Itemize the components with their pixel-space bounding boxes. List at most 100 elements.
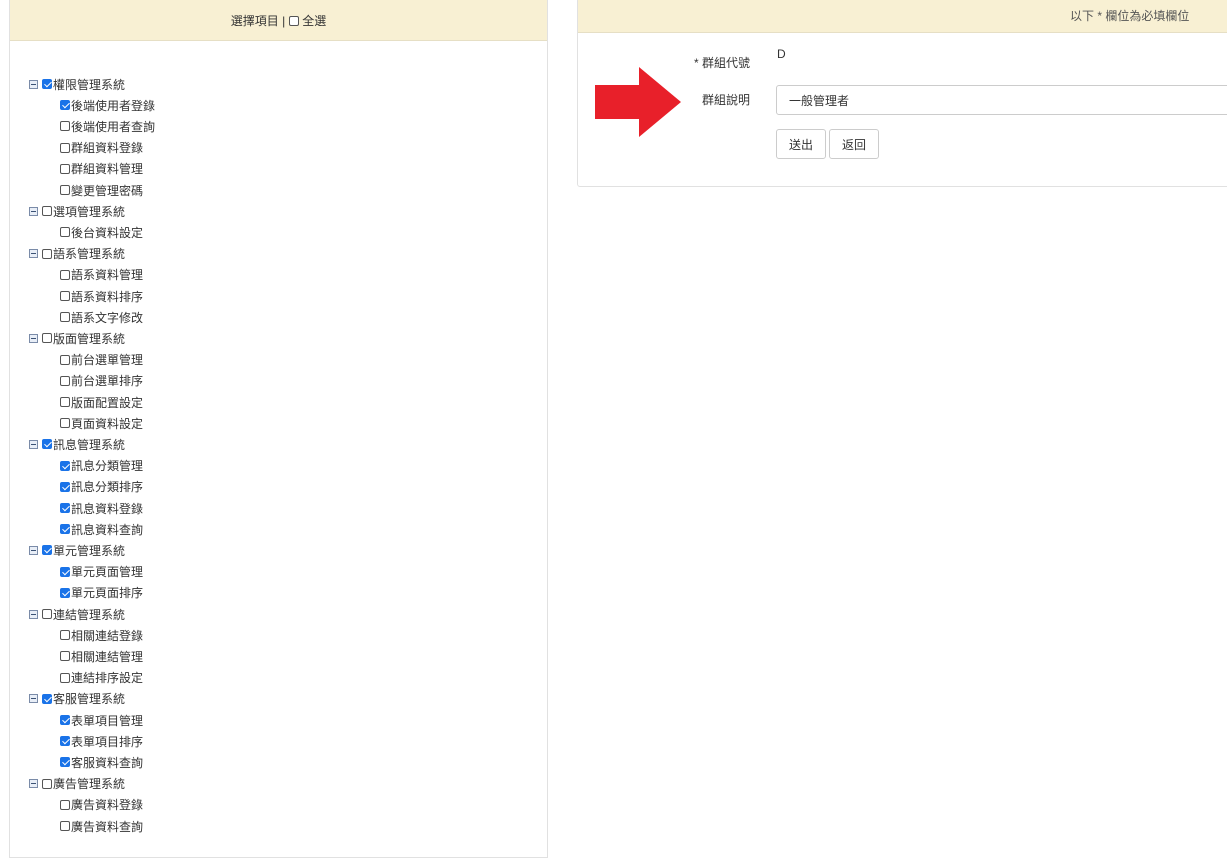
item-checkbox[interactable] xyxy=(60,630,70,641)
item-checkbox[interactable] xyxy=(60,121,70,132)
tree-group-label[interactable]: 客服管理系統 xyxy=(53,690,125,707)
tree-item-label[interactable]: 單元頁面排序 xyxy=(71,584,143,601)
tree-item: 語系文字修改 xyxy=(60,308,143,326)
group-checkbox[interactable] xyxy=(42,439,52,450)
tree-item-label[interactable]: 表單項目管理 xyxy=(71,712,143,729)
tree-item: 表單項目排序 xyxy=(60,732,143,750)
tree-item-label[interactable]: 表單項目排序 xyxy=(71,733,143,750)
tree-item: 訊息資料登錄 xyxy=(60,499,143,517)
item-checkbox[interactable] xyxy=(60,524,70,535)
group-checkbox[interactable] xyxy=(42,693,52,704)
tree-item-label[interactable]: 頁面資料設定 xyxy=(71,415,143,432)
tree-item-label[interactable]: 語系文字修改 xyxy=(71,309,143,326)
item-checkbox[interactable] xyxy=(60,185,70,195)
item-checkbox[interactable] xyxy=(60,460,70,471)
collapse-toggle-icon[interactable] xyxy=(29,694,38,704)
tree-item: 群組資料登錄 xyxy=(60,139,143,157)
tree-item-label[interactable]: 語系資料排序 xyxy=(71,288,143,305)
item-checkbox[interactable] xyxy=(60,503,70,513)
item-checkbox[interactable] xyxy=(60,354,70,365)
item-checkbox[interactable] xyxy=(60,269,70,280)
item-checkbox[interactable] xyxy=(60,375,70,386)
tree-item: 廣告資料查詢 xyxy=(60,817,143,835)
tree-item-label[interactable]: 前台選單排序 xyxy=(71,372,143,389)
required-note: 以下 * 欄位為必填欄位 xyxy=(1070,9,1190,23)
group-checkbox[interactable] xyxy=(42,778,52,789)
tree-item-label[interactable]: 相關連結登錄 xyxy=(71,627,143,644)
group-checkbox[interactable] xyxy=(42,609,52,619)
collapse-toggle-icon[interactable] xyxy=(29,609,38,619)
group-checkbox[interactable] xyxy=(42,248,52,259)
collapse-toggle-icon[interactable] xyxy=(29,333,38,343)
item-checkbox[interactable] xyxy=(60,163,70,174)
group-checkbox[interactable] xyxy=(42,79,52,89)
tree-group-label[interactable]: 訊息管理系統 xyxy=(53,436,125,453)
back-button[interactable]: 返回 xyxy=(829,129,880,159)
tree-group: 語系管理系統 xyxy=(29,245,125,263)
tree-group: 廣告管理系統 xyxy=(29,775,125,793)
item-checkbox[interactable] xyxy=(60,418,70,429)
item-checkbox[interactable] xyxy=(60,566,70,577)
tree-group-label[interactable]: 廣告管理系統 xyxy=(53,775,125,792)
tree-item-label[interactable]: 變更管理密碼 xyxy=(71,182,143,199)
item-checkbox[interactable] xyxy=(60,227,70,238)
tree-item: 訊息資料查詢 xyxy=(60,520,143,538)
tree-group-label[interactable]: 版面管理系統 xyxy=(53,330,125,347)
select-all-label[interactable]: 全選 xyxy=(302,12,326,29)
tree-item-label[interactable]: 訊息分類管理 xyxy=(71,457,143,474)
tree-item-label[interactable]: 群組資料登錄 xyxy=(71,139,143,156)
tree-item-label[interactable]: 廣告資料登錄 xyxy=(71,796,143,813)
group-checkbox[interactable] xyxy=(42,206,52,217)
collapse-toggle-icon[interactable] xyxy=(29,79,38,89)
tree-item: 變更管理密碼 xyxy=(60,181,143,199)
collapse-toggle-icon[interactable] xyxy=(29,545,38,555)
tree-item-label[interactable]: 後台資料設定 xyxy=(71,224,143,241)
select-all-checkbox[interactable] xyxy=(289,15,300,26)
tree-group-label[interactable]: 連結管理系統 xyxy=(53,606,125,623)
collapse-toggle-icon[interactable] xyxy=(29,249,38,259)
tree-item-label[interactable]: 語系資料管理 xyxy=(71,266,143,283)
tree-item: 客服資料查詢 xyxy=(60,753,143,771)
item-checkbox[interactable] xyxy=(60,672,70,683)
submit-button[interactable]: 送出 xyxy=(776,129,827,159)
tree-item-label[interactable]: 連結排序設定 xyxy=(71,669,143,686)
item-checkbox[interactable] xyxy=(60,821,70,831)
collapse-toggle-icon[interactable] xyxy=(29,206,38,216)
tree-item-label[interactable]: 後端使用者查詢 xyxy=(71,118,155,135)
item-checkbox[interactable] xyxy=(60,715,70,725)
tree-group-label[interactable]: 語系管理系統 xyxy=(53,245,125,262)
item-checkbox[interactable] xyxy=(60,312,70,323)
tree-item: 前台選單排序 xyxy=(60,372,143,390)
collapse-toggle-icon[interactable] xyxy=(29,439,38,449)
item-checkbox[interactable] xyxy=(60,587,70,598)
item-checkbox[interactable] xyxy=(60,142,70,153)
tree-group-label[interactable]: 權限管理系統 xyxy=(53,76,125,93)
tree-item-label[interactable]: 客服資料查詢 xyxy=(71,754,143,771)
item-checkbox[interactable] xyxy=(60,757,70,768)
item-checkbox[interactable] xyxy=(60,397,70,407)
tree-item-label[interactable]: 訊息資料登錄 xyxy=(71,500,143,517)
group-checkbox[interactable] xyxy=(42,333,52,344)
tree-item-label[interactable]: 版面配置設定 xyxy=(71,394,143,411)
item-checkbox[interactable] xyxy=(60,799,70,810)
tree-item-label[interactable]: 訊息分類排序 xyxy=(71,478,143,495)
item-checkbox[interactable] xyxy=(60,291,70,301)
item-checkbox[interactable] xyxy=(60,481,70,492)
tree-item-label[interactable]: 廣告資料查詢 xyxy=(71,818,143,835)
tree-item-label[interactable]: 訊息資料查詢 xyxy=(71,521,143,538)
tree-group-label[interactable]: 選項管理系統 xyxy=(53,203,125,220)
tree-item-label[interactable]: 後端使用者登錄 xyxy=(71,97,155,114)
collapse-toggle-icon[interactable] xyxy=(29,779,38,789)
group-checkbox[interactable] xyxy=(42,545,52,556)
item-checkbox[interactable] xyxy=(60,736,70,747)
tree-group-label[interactable]: 單元管理系統 xyxy=(53,542,125,559)
group-desc-input[interactable] xyxy=(776,85,1227,115)
tree-item-label[interactable]: 群組資料管理 xyxy=(71,160,143,177)
tree-group: 選項管理系統 xyxy=(29,202,125,220)
group-code-value: D xyxy=(777,47,786,61)
tree-item-label[interactable]: 單元頁面管理 xyxy=(71,563,143,580)
item-checkbox[interactable] xyxy=(60,651,70,662)
item-checkbox[interactable] xyxy=(60,100,70,111)
tree-item-label[interactable]: 前台選單管理 xyxy=(71,351,143,368)
tree-item-label[interactable]: 相關連結管理 xyxy=(71,648,143,665)
